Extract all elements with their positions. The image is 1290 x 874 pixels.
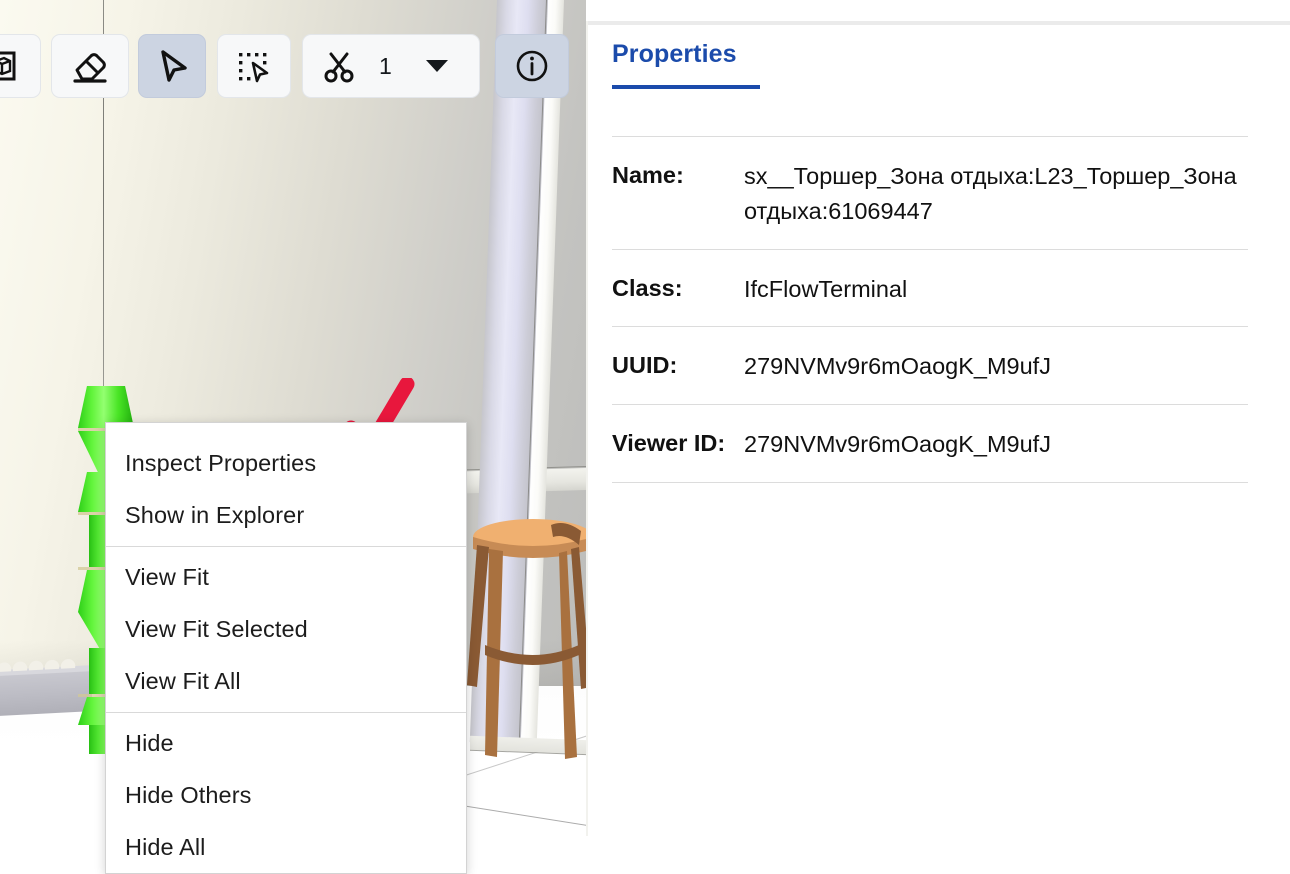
- menu-separator: [106, 546, 466, 547]
- box-select-tool-button[interactable]: [0, 34, 41, 98]
- property-row-name: Name: sx__Торшер_Зона отдыха:L23_Торшер_…: [612, 136, 1248, 249]
- property-value: 279NVMv9r6mOaogK_M9ufJ: [744, 353, 1051, 380]
- eraser-tool-button[interactable]: [51, 34, 129, 98]
- pointer-select-tool-button[interactable]: [138, 34, 206, 98]
- properties-table: Name: sx__Торшер_Зона отдыха:L23_Торшер_…: [612, 136, 1248, 483]
- section-cut-count: 1: [379, 52, 392, 79]
- property-key: UUID:: [612, 352, 678, 379]
- menu-item-inspect-properties[interactable]: Inspect Properties: [106, 437, 466, 489]
- marquee-select-tool-button[interactable]: [217, 34, 291, 98]
- eraser-icon: [73, 53, 107, 83]
- menu-item-hide[interactable]: Hide: [106, 717, 466, 769]
- menu-item-hide-others[interactable]: Hide Others: [106, 769, 466, 821]
- cube-frame-icon: [0, 51, 16, 81]
- marquee-select-icon: [239, 53, 269, 83]
- property-key: Name:: [612, 162, 684, 188]
- scissors-icon: [324, 52, 354, 83]
- menu-separator: [106, 712, 466, 713]
- property-value: IfcFlowTerminal: [744, 275, 908, 302]
- section-cut-tool-button[interactable]: 1: [302, 34, 480, 98]
- menu-item-view-fit-all[interactable]: View Fit All: [106, 655, 466, 707]
- info-circle-icon: [516, 50, 548, 82]
- property-row-class: Class: IfcFlowTerminal: [612, 248, 1248, 327]
- info-tool-button[interactable]: [495, 34, 569, 98]
- property-row-uuid: UUID: 279NVMv9r6mOaogK_M9ufJ: [612, 326, 1248, 404]
- panel-left-edge: [586, 21, 588, 836]
- property-value: 279NVMv9r6mOaogK_M9ufJ: [744, 431, 1051, 458]
- bar-stool: [467, 519, 586, 759]
- menu-item-hide-all[interactable]: Hide All: [106, 821, 466, 873]
- menu-item-show-in-explorer[interactable]: Show in Explorer: [106, 489, 466, 541]
- chevron-down-icon[interactable]: [426, 60, 448, 72]
- menu-item-view-fit-selected[interactable]: View Fit Selected: [106, 603, 466, 655]
- property-key: Class:: [612, 274, 683, 301]
- cursor-arrow-icon: [161, 50, 187, 82]
- property-key: Viewer ID:: [612, 430, 726, 457]
- property-value: sx__Торшер_Зона отдыха:L23_Торшер_Зона о…: [744, 163, 1237, 224]
- panel-top-divider: [586, 21, 1290, 25]
- tab-active-indicator: [612, 85, 760, 89]
- context-menu[interactable]: Inspect Properties Show in Explorer View…: [105, 422, 467, 874]
- property-row-viewer-id: Viewer ID: 279NVMv9r6mOaogK_M9ufJ: [612, 404, 1248, 483]
- properties-panel: Properties Name: sx__Торшер_Зона отдыха:…: [586, 0, 1290, 836]
- menu-item-view-fit[interactable]: View Fit: [106, 551, 466, 603]
- tab-properties[interactable]: Properties: [612, 40, 737, 85]
- panel-tab-bar[interactable]: Properties: [612, 40, 760, 89]
